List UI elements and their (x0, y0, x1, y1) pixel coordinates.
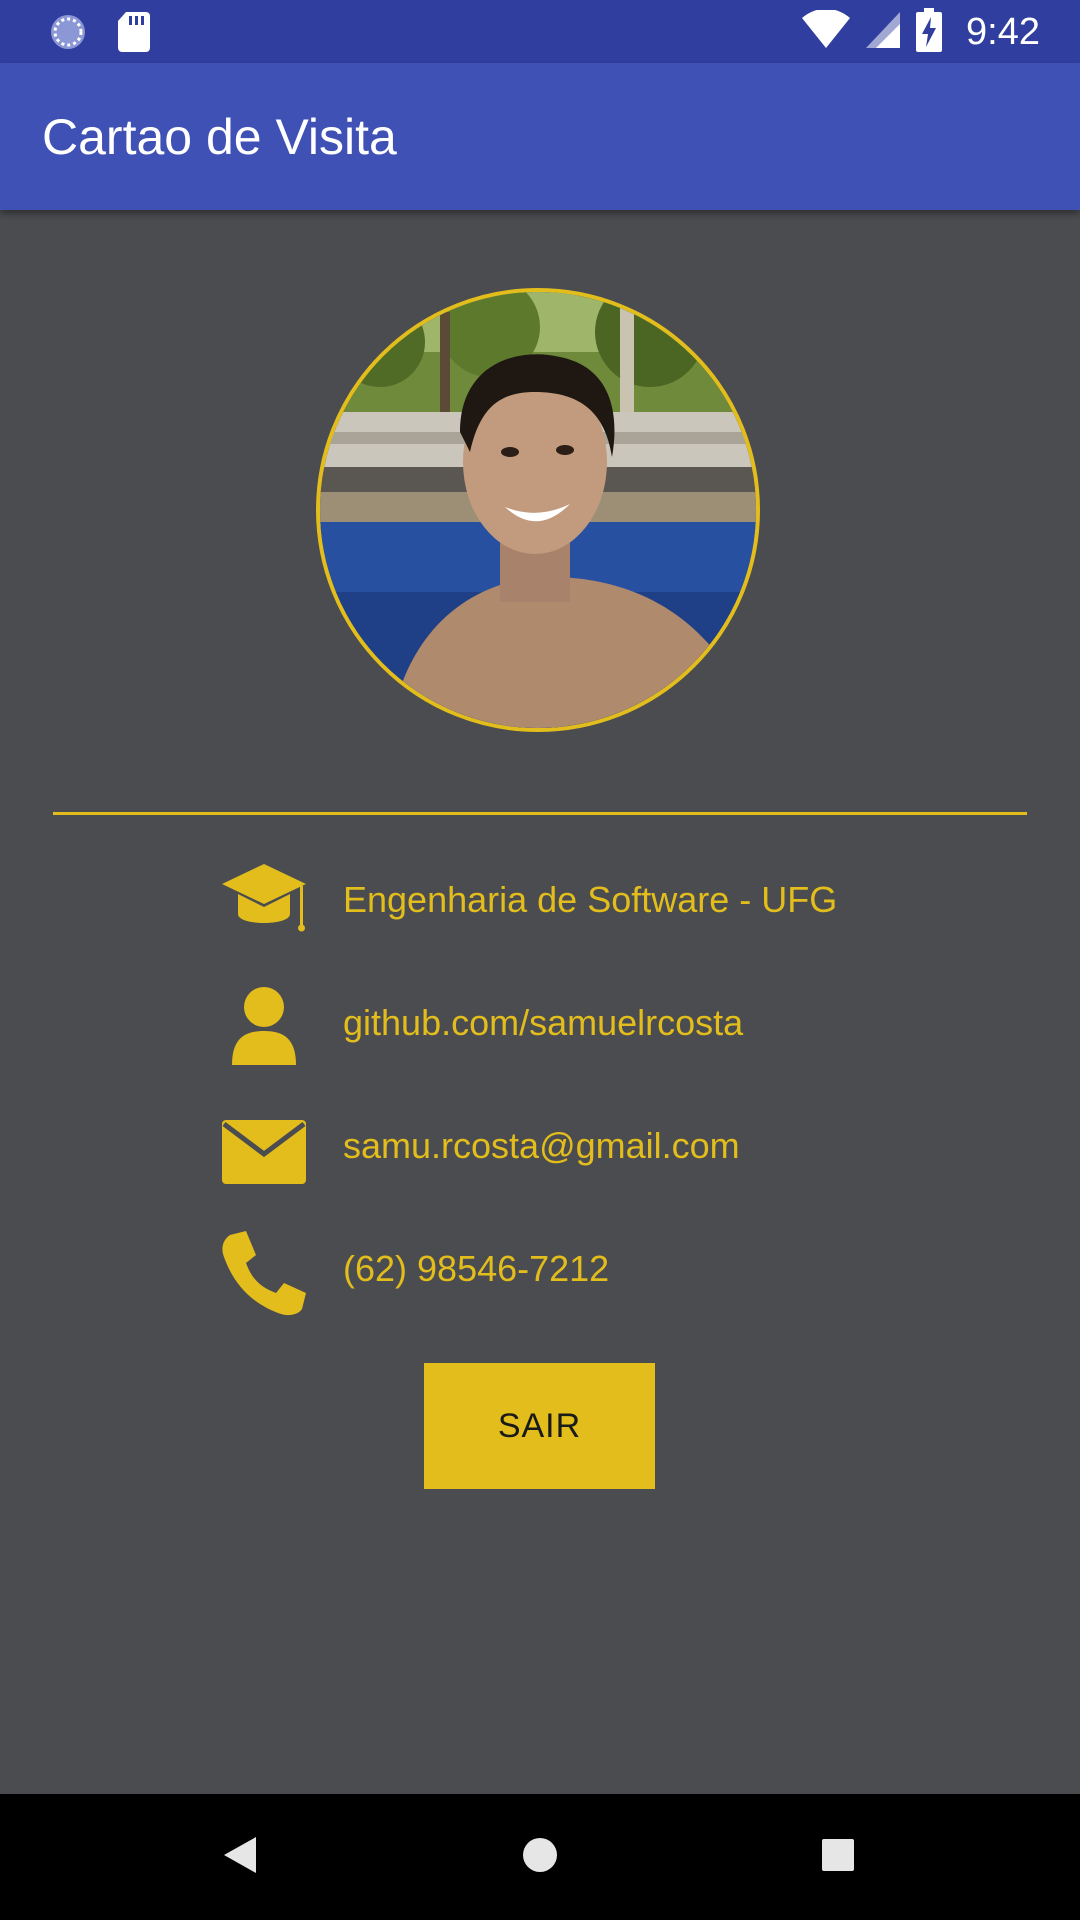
app-title: Cartao de Visita (42, 109, 397, 165)
back-icon (220, 1833, 260, 1882)
home-icon (520, 1835, 560, 1880)
status-left-icons (48, 12, 150, 57)
profile-photo (320, 292, 756, 728)
signal-icon (864, 10, 902, 55)
course-row: Engenharia de Software - UFG (220, 850, 1000, 950)
wifi-icon (802, 8, 851, 55)
exit-button[interactable]: SAIR (424, 1363, 655, 1489)
app-bar: Cartao de Visita (0, 63, 1080, 210)
phone-row: (62) 98546-7212 (220, 1219, 1000, 1319)
phone-link[interactable]: (62) 98546-7212 (343, 1219, 609, 1319)
status-right-icons: 9:42 (802, 7, 1040, 57)
user-icon (220, 983, 308, 1071)
profile-avatar (316, 288, 760, 732)
status-bar: 9:42 (0, 0, 1080, 63)
github-link[interactable]: github.com/samuelrcosta (343, 973, 743, 1073)
email-link[interactable]: samu.rcosta@gmail.com (343, 1096, 740, 1196)
github-row: github.com/samuelrcosta (220, 973, 1000, 1073)
graduation-cap-icon (220, 860, 308, 948)
home-button[interactable] (507, 1824, 573, 1890)
back-button[interactable] (207, 1824, 273, 1890)
battery-charging-icon (916, 7, 943, 57)
section-divider (53, 812, 1027, 815)
status-time: 9:42 (966, 10, 1040, 53)
course-text: Engenharia de Software - UFG (343, 879, 838, 920)
navigation-bar (0, 1794, 1080, 1920)
business-card-screen: 9:42 Cartao de Visita Engenharia de Soft… (0, 0, 1080, 1920)
sd-card-icon (118, 12, 150, 57)
email-row: samu.rcosta@gmail.com (220, 1096, 1000, 1196)
sync-icon (48, 12, 88, 57)
phone-icon (220, 1229, 308, 1317)
recents-button[interactable] (805, 1824, 871, 1890)
recents-icon (820, 1837, 856, 1878)
envelope-icon (220, 1106, 308, 1194)
